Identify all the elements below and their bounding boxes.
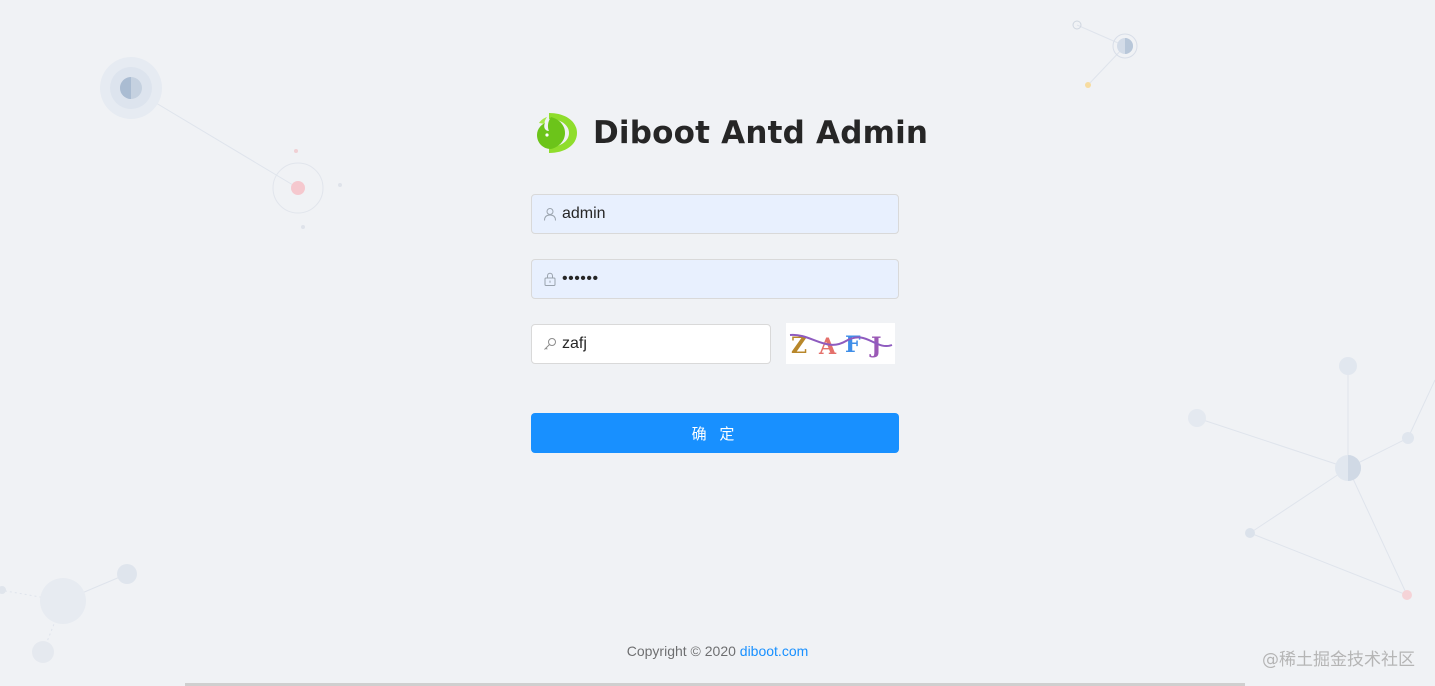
- username-input[interactable]: [562, 195, 898, 233]
- captcha-char: A: [818, 334, 837, 360]
- password-field[interactable]: ••••••: [531, 259, 899, 299]
- lock-icon: [544, 272, 556, 286]
- captcha-field[interactable]: [531, 324, 771, 364]
- captcha-input[interactable]: [562, 325, 770, 363]
- captcha-char: F: [845, 332, 861, 358]
- diboot-link[interactable]: diboot.com: [740, 643, 808, 659]
- password-input[interactable]: ••••••: [562, 270, 599, 288]
- captcha-image[interactable]: Z A F J: [786, 323, 895, 364]
- footer: Copyright © 2020 diboot.com: [0, 643, 1435, 659]
- captcha-char: J: [869, 333, 881, 359]
- watermark: @稀土掘金技术社区: [1262, 650, 1415, 670]
- key-icon: [544, 338, 556, 350]
- user-icon: [544, 208, 556, 221]
- submit-button[interactable]: 确 定: [531, 413, 899, 453]
- copyright-text: Copyright © 2020: [626, 643, 740, 659]
- diboot-logo: [537, 113, 577, 153]
- login-header: Diboot Antd Admin: [531, 108, 928, 158]
- username-field[interactable]: [531, 194, 899, 234]
- app-title: Diboot Antd Admin: [593, 115, 929, 151]
